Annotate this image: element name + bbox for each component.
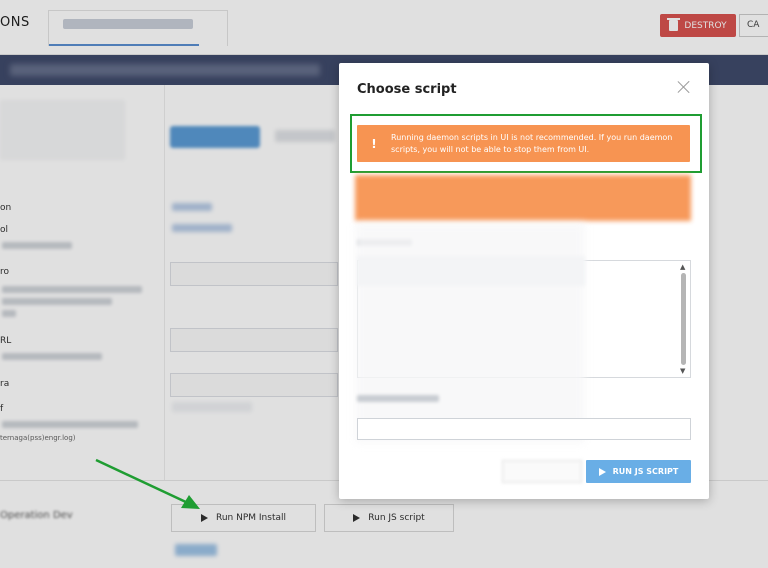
modal-cancel-button[interactable] (502, 460, 582, 483)
scroll-up-icon[interactable]: ▲ (680, 263, 685, 271)
close-icon[interactable] (676, 79, 692, 95)
run-js-script-modal-label: RUN JS SCRIPT (612, 467, 679, 476)
run-js-script-modal-button[interactable]: RUN JS SCRIPT (586, 460, 691, 483)
scroll-down-icon[interactable]: ▼ (680, 367, 685, 375)
script-dropdown-blurred[interactable] (357, 256, 585, 286)
textarea-scrollbar[interactable]: ▲ ▼ (677, 261, 689, 377)
choose-script-modal: Choose script ! Running daemon scripts i… (339, 63, 709, 499)
daemon-warning-alert: ! Running daemon scripts in UI is not re… (357, 125, 690, 162)
modal-title: Choose script (357, 82, 457, 97)
scroll-thumb[interactable] (681, 273, 686, 365)
params-input[interactable] (357, 418, 691, 440)
params-label-blurred (357, 395, 439, 402)
warning-text: Running daemon scripts in UI is not reco… (391, 132, 673, 154)
play-icon (598, 467, 606, 476)
blurred-warning-alert (355, 175, 691, 221)
exclamation-icon: ! (371, 136, 377, 151)
